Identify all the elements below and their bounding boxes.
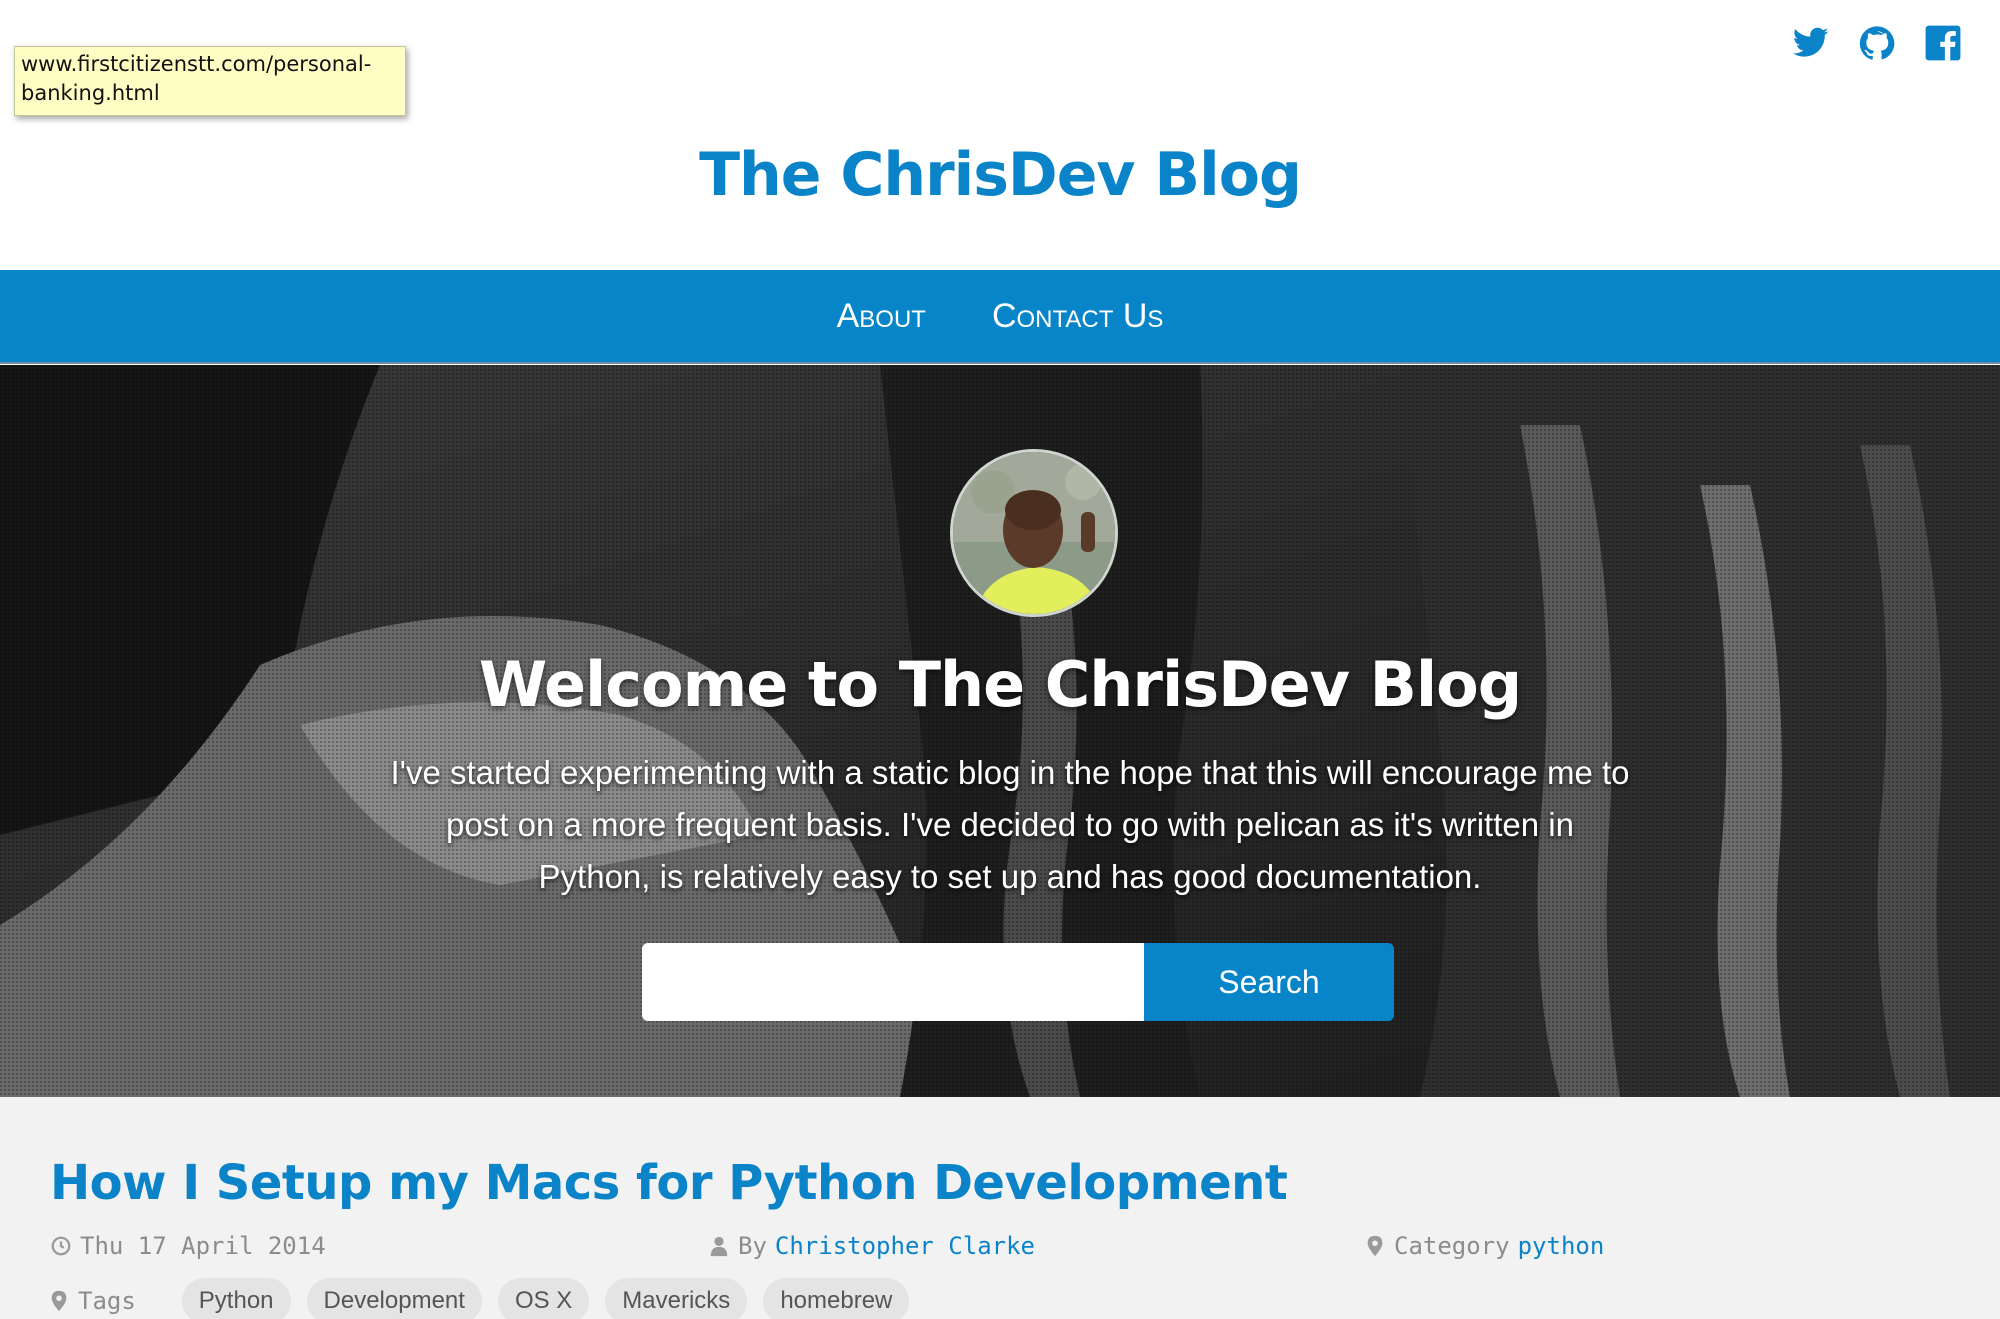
tags-label: Tags bbox=[48, 1287, 136, 1315]
twitter-icon bbox=[1792, 27, 1829, 57]
facebook-link[interactable] bbox=[1924, 24, 1962, 62]
facebook-icon bbox=[1925, 25, 1961, 61]
hero-intro-text: I've started experimenting with a static… bbox=[390, 754, 1630, 895]
post-category-label: Category bbox=[1394, 1232, 1510, 1260]
clock-icon bbox=[51, 1236, 71, 1256]
article-preview: How I Setup my Macs for Python Developme… bbox=[0, 1097, 2000, 1319]
nav-item-about[interactable]: About bbox=[837, 297, 926, 336]
social-links bbox=[1792, 24, 1962, 62]
post-author-label: By bbox=[738, 1232, 767, 1260]
hero-banner: Welcome to The ChrisDev Blog I've starte… bbox=[0, 365, 2000, 1097]
twitter-link[interactable] bbox=[1792, 24, 1830, 62]
post-author: By Christopher Clarke bbox=[708, 1232, 1035, 1260]
post-title-link[interactable]: How I Setup my Macs for Python Developme… bbox=[50, 1155, 1288, 1211]
nav-item-contact-us[interactable]: Contact Us bbox=[992, 297, 1163, 336]
search-form: Search bbox=[642, 943, 1394, 1021]
tags-label-text: Tags bbox=[78, 1287, 136, 1315]
map-marker-icon bbox=[51, 1290, 67, 1312]
map-marker-icon bbox=[1367, 1235, 1383, 1257]
post-date: Thu 17 April 2014 bbox=[50, 1232, 326, 1260]
site-title[interactable]: The ChrisDev Blog bbox=[0, 140, 2000, 210]
github-link[interactable] bbox=[1858, 24, 1896, 62]
user-icon bbox=[710, 1236, 728, 1257]
main-nav: About Contact Us bbox=[0, 270, 2000, 364]
tag-python[interactable]: Python bbox=[181, 1278, 291, 1319]
post-category: Category python bbox=[1364, 1232, 1604, 1260]
github-icon bbox=[1859, 26, 1895, 60]
tag-development[interactable]: Development bbox=[306, 1278, 482, 1319]
author-avatar bbox=[950, 449, 1118, 617]
post-category-link[interactable]: python bbox=[1518, 1232, 1605, 1260]
site-header: The ChrisDev Blog bbox=[0, 0, 2000, 270]
tag-homebrew[interactable]: homebrew bbox=[763, 1278, 910, 1319]
link-tooltip: www.firstcitizenstt.com/personal-banking… bbox=[14, 46, 406, 116]
post-tags: Tags Python Development OS X Mavericks h… bbox=[48, 1278, 910, 1319]
tag-os-x[interactable]: OS X bbox=[497, 1278, 590, 1319]
search-input[interactable] bbox=[642, 943, 1144, 1021]
avatar-photo bbox=[953, 452, 1115, 614]
post-date-text: Thu 17 April 2014 bbox=[80, 1232, 326, 1260]
tag-mavericks[interactable]: Mavericks bbox=[605, 1278, 748, 1319]
post-author-link[interactable]: Christopher Clarke bbox=[775, 1232, 1035, 1260]
search-button[interactable]: Search bbox=[1144, 943, 1394, 1021]
hero-title: Welcome to The ChrisDev Blog bbox=[478, 648, 1522, 721]
